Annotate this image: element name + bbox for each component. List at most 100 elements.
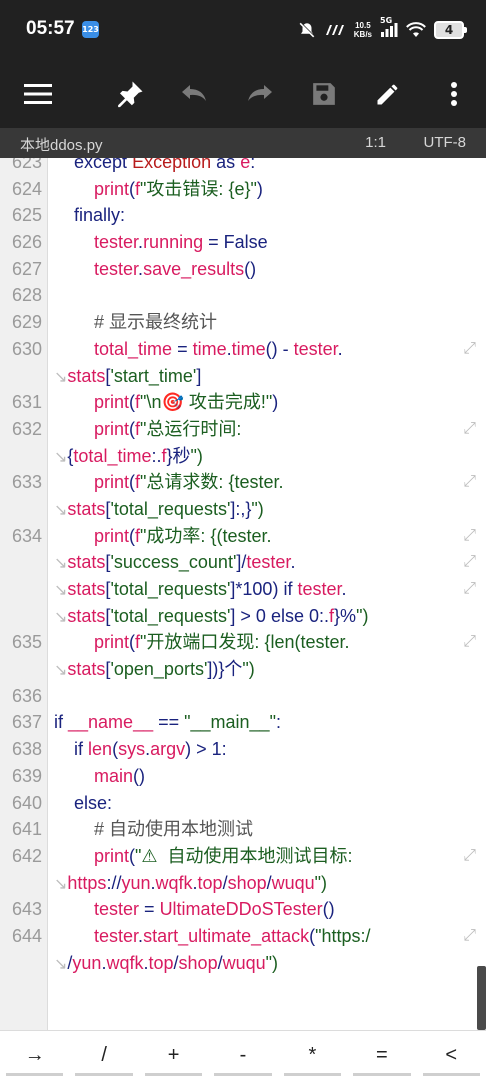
wrap-continue-icon: ↘ [54, 608, 68, 626]
line-number: 630 [11, 338, 42, 359]
wrap-continue-icon: ↘ [54, 875, 68, 893]
code-line[interactable]: 633 print(f"总请求数: {tester. ⤢ [0, 469, 486, 496]
code-line[interactable]: 637 if __name__ == "__main__": [0, 709, 486, 736]
code-text: print("⚠ 自动使用本地测试目标: [94, 845, 358, 866]
code-line[interactable]: 640 else: [0, 790, 486, 817]
code-text: tester.start_ultimate_attack("https:/ [94, 925, 371, 946]
code-line[interactable]: ↘/yun.wqfk.top/shop/wuqu") [0, 950, 486, 977]
code-text: print(f"开放端口发现: {len(tester. [94, 632, 350, 653]
code-line[interactable]: 641 # 自动使用本地测试 [0, 816, 486, 843]
carrier-icon [324, 23, 346, 37]
menu-icon[interactable] [16, 72, 60, 116]
code-text: tester.running = False [94, 232, 268, 253]
wrap-icon: ⤢ [463, 926, 476, 944]
line-number: 636 [11, 685, 42, 706]
line-number: 623 [11, 158, 42, 172]
code-line[interactable]: 629 # 显示最终统计 [0, 309, 486, 336]
symbol-key[interactable]: * [278, 1031, 347, 1080]
line-number: 626 [11, 232, 42, 253]
wrap-continue-icon: ↘ [54, 955, 68, 973]
speed-value: 10.5 [355, 21, 371, 30]
code-line[interactable]: 631 print(f"\n🎯 攻击完成!") [0, 389, 486, 416]
wrap-continue-icon: ↘ [54, 555, 68, 573]
wrap-icon: ⤢ [463, 473, 476, 491]
code-line[interactable]: 636 [0, 683, 486, 710]
app-badge: 123 [82, 21, 99, 38]
pin-icon[interactable] [108, 72, 152, 116]
line-number: 625 [11, 205, 42, 226]
line-number: 628 [11, 285, 42, 306]
file-encoding[interactable]: UTF-8 [424, 134, 467, 151]
symbol-key[interactable]: < [417, 1031, 486, 1080]
code-line[interactable]: ↘stats['open_ports'])}个") [0, 656, 486, 683]
code-line[interactable]: ↘stats['total_requests']:,}") [0, 496, 486, 523]
code-text: print(f"总请求数: {tester. [94, 472, 284, 493]
code-line[interactable]: 638 if len(sys.argv) > 1: [0, 736, 486, 763]
code-text: total_time = time.time() - tester. [94, 338, 343, 359]
symbol-key[interactable]: → [0, 1031, 69, 1080]
symbol-key-bar: → / + - * = < [0, 1030, 486, 1080]
code-text: except Exception as e: [74, 158, 256, 172]
code-line[interactable]: 626 tester.running = False [0, 229, 486, 256]
code-text: ↘stats['success_count']/tester. [54, 552, 296, 573]
line-number: 639 [11, 765, 42, 786]
line-number: 638 [11, 739, 42, 760]
code-text: ↘stats['total_requests']*100) if tester. [54, 579, 347, 599]
code-text: ↘stats['total_requests']:,}") [54, 498, 264, 519]
symbol-key[interactable]: = [347, 1031, 416, 1080]
code-line[interactable]: 632 print(f"总运行时间: ⤢ [0, 416, 486, 443]
code-line[interactable]: ↘stats['start_time'] [0, 363, 486, 390]
line-number: 644 [11, 925, 42, 946]
line-number: 642 [11, 845, 42, 866]
code-text: else: [74, 792, 113, 813]
code-line[interactable]: ↘stats['success_count']/tester. ⤢ [0, 549, 486, 576]
wrap-icon: ⤢ [463, 633, 476, 651]
status-bar: 05:57 123 10.5 KB/s 5G 4 [0, 0, 486, 60]
code-line[interactable]: 643 tester = UltimateDDoSTester() [0, 896, 486, 923]
code-line[interactable]: ↘https://yun.wqfk.top/shop/wuqu") [0, 870, 486, 897]
code-line[interactable]: 634 print(f"成功率: {(tester. ⤢ [0, 523, 486, 550]
line-number: 640 [11, 792, 42, 813]
code-text: tester = UltimateDDoSTester() [94, 899, 335, 920]
more-icon[interactable] [432, 72, 476, 116]
code-text: if len(sys.argv) > 1: [74, 739, 227, 760]
wifi-icon [406, 22, 426, 38]
symbol-key[interactable]: + [139, 1031, 208, 1080]
edit-icon[interactable] [366, 72, 410, 116]
code-editor[interactable]: 623 except Exception as e: 624 print(f"攻击… [0, 158, 486, 1030]
code-text: ↘https://yun.wqfk.top/shop/wuqu") [54, 872, 328, 893]
code-line[interactable]: 644 tester.start_ultimate_attack("https:… [0, 923, 486, 950]
code-line[interactable]: ↘stats['total_requests']*100) if tester.… [0, 576, 486, 603]
line-number: 627 [11, 258, 42, 279]
line-number: 637 [11, 712, 42, 733]
code-text: finally: [74, 205, 126, 226]
save-icon[interactable] [302, 72, 346, 116]
line-number: 643 [11, 899, 42, 920]
file-name[interactable]: 本地ddos.py [20, 134, 103, 155]
code-line[interactable]: 639 main() [0, 763, 486, 790]
network-speed: 10.5 KB/s [354, 21, 372, 39]
code-line[interactable]: 628 [0, 282, 486, 309]
app-bar: 05:57 123 10.5 KB/s 5G 4 [0, 0, 486, 128]
code-line[interactable]: 635 print(f"开放端口发现: {len(tester. ⤢ [0, 629, 486, 656]
code-text: ↘stats['start_time'] [54, 365, 202, 386]
symbol-key[interactable]: / [69, 1031, 138, 1080]
wrap-continue-icon: ↘ [54, 501, 68, 519]
code-line[interactable]: 623 except Exception as e: [0, 158, 486, 176]
code-line[interactable]: 642 print("⚠ 自动使用本地测试目标: ⤢ [0, 843, 486, 870]
speed-unit: KB/s [353, 30, 372, 39]
code-line[interactable]: 625 finally: [0, 202, 486, 229]
code-line[interactable]: 630 total_time = time.time() - tester. ⤢ [0, 336, 486, 363]
code-line[interactable]: ↘{total_time:.f}秒") [0, 443, 486, 470]
undo-icon[interactable] [172, 72, 216, 116]
line-number: 635 [11, 632, 42, 653]
code-line[interactable]: 624 print(f"攻击错误: {e}") [0, 176, 486, 203]
code-line[interactable]: 627 tester.save_results() [0, 256, 486, 283]
symbol-key[interactable]: - [208, 1031, 277, 1080]
redo-icon[interactable] [238, 72, 282, 116]
line-number: 624 [11, 178, 42, 199]
line-number: 633 [11, 472, 42, 493]
scrollbar-thumb[interactable] [477, 966, 486, 1030]
code-line[interactable]: ↘stats['total_requests'] > 0 else 0:.f}%… [0, 603, 486, 630]
code-text: ↘stats['open_ports'])}个") [54, 659, 255, 680]
